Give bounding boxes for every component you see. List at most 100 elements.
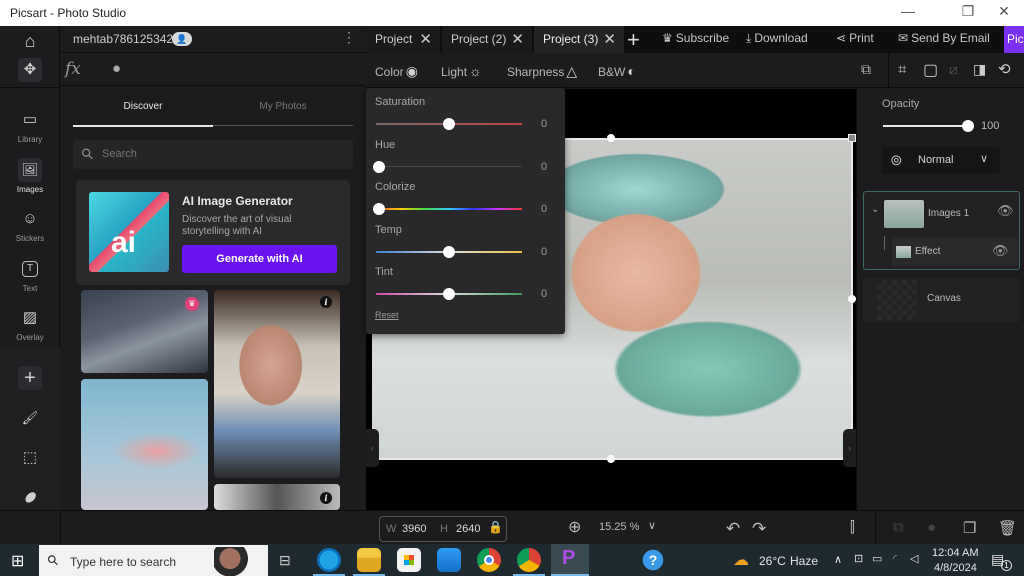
wifi-icon[interactable]: ◜ (893, 552, 897, 565)
mail-icon[interactable] (437, 548, 461, 572)
new-tab-button[interactable]: + (627, 26, 640, 53)
undo-icon[interactable]: ↶ (726, 519, 740, 539)
picsart-taskbar-button[interactable]: P (551, 544, 589, 576)
search-input[interactable]: ⚲ Search (73, 140, 353, 169)
close-tab-icon[interactable]: ✕ (419, 26, 432, 53)
select-tool-button[interactable]: ⬚ (0, 446, 60, 473)
send-by-email-button[interactable]: ✉ Send By Email (898, 31, 990, 45)
compare-icon[interactable]: ⧉ (861, 61, 871, 78)
clock-time[interactable]: 12:04 AM (932, 547, 978, 559)
resize-handle-right[interactable] (848, 295, 856, 303)
tab-project[interactable]: Project ✕ (366, 26, 440, 53)
download-button[interactable]: ⤓ Download (746, 31, 808, 46)
opacity-slider-handle[interactable] (962, 120, 974, 132)
close-tab-icon[interactable]: ✕ (511, 26, 524, 53)
show-hidden-icons[interactable]: ∧ (834, 553, 842, 566)
merge-icon[interactable]: ● (927, 519, 936, 536)
info-icon[interactable]: i (320, 296, 332, 308)
task-view-icon[interactable]: ⊟ (279, 552, 291, 569)
mirror-icon[interactable]: ◨ (973, 61, 986, 78)
chevron-down-icon[interactable]: ∨ (648, 519, 656, 532)
sidebar-item-images[interactable]: 🖼 Images (0, 158, 60, 194)
minimize-button[interactable]: — (888, 3, 928, 23)
clock-date[interactable]: 4/8/2024 (934, 562, 977, 574)
maximize-button[interactable]: ❐ (948, 3, 988, 23)
colorize-slider-handle[interactable] (373, 203, 385, 215)
height-input[interactable]: 2640 (456, 523, 480, 535)
close-window-button[interactable]: ✕ (984, 3, 1024, 23)
picsart-upgrade-button[interactable]: Pics (1004, 26, 1024, 53)
move-tool-button[interactable]: ✥ (0, 58, 60, 85)
colorize-slider[interactable] (376, 208, 522, 210)
tint-slider-handle[interactable] (443, 288, 455, 300)
bw-tool[interactable]: B&W ◐ (598, 63, 636, 79)
sidebar-item-stickers[interactable]: ☺ Stickers (0, 207, 60, 243)
meet-now-icon[interactable]: ⊡ (854, 552, 863, 565)
edge-icon[interactable] (317, 548, 341, 572)
windows-start-icon[interactable]: ⊞ (11, 551, 24, 571)
resize-handle-top[interactable] (607, 134, 615, 142)
tab-discover[interactable]: Discover (73, 101, 213, 112)
temp-slider-handle[interactable] (443, 246, 455, 258)
width-input[interactable]: 3960 (402, 523, 426, 535)
generate-with-ai-button[interactable]: Generate with AI (182, 245, 337, 273)
taskbar-search[interactable]: ⚲ Type here to search (39, 545, 268, 576)
reset-link[interactable]: Reset (375, 310, 399, 320)
opacity-slider[interactable] (883, 125, 968, 127)
store-icon[interactable] (397, 548, 421, 572)
hue-slider-handle[interactable] (373, 161, 385, 173)
hue-slider[interactable] (376, 166, 522, 167)
duplicate-icon[interactable]: ❐ (963, 519, 976, 537)
collapse-icon[interactable]: ⌄ (871, 204, 879, 215)
sidebar-item-overlay[interactable]: ▨ Overlay (0, 306, 60, 342)
close-tab-icon[interactable]: ✕ (603, 26, 616, 53)
unlink-icon[interactable]: ⧉ (893, 519, 904, 536)
crop-icon[interactable]: ⌗ (898, 61, 906, 78)
home-button[interactable]: ⌂ (0, 29, 60, 56)
print-button[interactable]: ⋖ Print (836, 31, 874, 45)
photo-thumbnail[interactable] (81, 379, 208, 510)
saturation-slider-handle[interactable] (443, 118, 455, 130)
layer-images-1[interactable]: ⌄ Images 1 👁 Effect 👁 (863, 191, 1020, 270)
subscribe-button[interactable]: ♛ Subscribe (662, 31, 729, 45)
transform-icon[interactable]: ▢ (923, 60, 938, 80)
chrome-profile-icon[interactable] (517, 548, 541, 572)
tab-my-photos[interactable]: My Photos (213, 101, 353, 112)
file-explorer-icon[interactable] (357, 548, 381, 572)
photo-thumbnail[interactable]: ♛ (81, 290, 208, 373)
more-menu-icon[interactable]: ⋮ (342, 29, 356, 46)
effects-icon[interactable]: ● (112, 60, 121, 77)
color-tool[interactable]: Color ◉ (375, 63, 418, 80)
brush-tool-button[interactable]: 🖌 (0, 406, 60, 433)
rotate-icon[interactable]: ⟲ (998, 60, 1011, 78)
redo-icon[interactable]: ↷ (752, 519, 766, 539)
photo-thumbnail[interactable]: i (214, 290, 340, 478)
photo-thumbnail[interactable]: i (214, 484, 340, 510)
collapse-right-panel-button[interactable]: › (843, 429, 856, 467)
eye-icon[interactable]: 👁 (997, 203, 1014, 219)
align-icon[interactable]: ⫿ (850, 519, 855, 536)
light-tool[interactable]: Light ☼ (441, 63, 482, 79)
delete-icon[interactable]: 🗑 (998, 519, 1017, 537)
zoom-icon[interactable]: ⊕ (568, 517, 581, 537)
resize-handle-corner[interactable] (848, 134, 856, 142)
fx-button[interactable]: fx (65, 59, 81, 79)
weather-desc[interactable]: Haze (790, 554, 818, 568)
resize-handle-bottom[interactable] (607, 455, 615, 463)
sharpness-tool[interactable]: Sharpness △ (507, 63, 577, 80)
chrome-icon[interactable] (477, 548, 501, 572)
flip-icon[interactable]: ⧄ (949, 61, 958, 78)
weather-temp[interactable]: 26°C (759, 554, 786, 568)
info-icon[interactable]: i (320, 492, 332, 504)
add-button[interactable]: + (0, 366, 60, 393)
sidebar-item-text[interactable]: T Text (0, 257, 60, 293)
collapse-left-panel-button[interactable]: ‹ (366, 429, 379, 467)
eraser-tool-button[interactable]: ⬮ (0, 486, 60, 513)
sidebar-item-library[interactable]: ▭ Library (0, 108, 60, 144)
blend-mode-select[interactable]: ⊚ Normal ∨ (882, 147, 1000, 174)
tab-project-3[interactable]: Project (3) ✕ (534, 26, 624, 53)
tab-project-2[interactable]: Project (2) ✕ (442, 26, 532, 53)
layer-effect[interactable]: Effect 👁 (892, 238, 1018, 266)
battery-icon[interactable]: ▭ (872, 552, 882, 565)
eye-icon[interactable]: 👁 (992, 243, 1009, 259)
